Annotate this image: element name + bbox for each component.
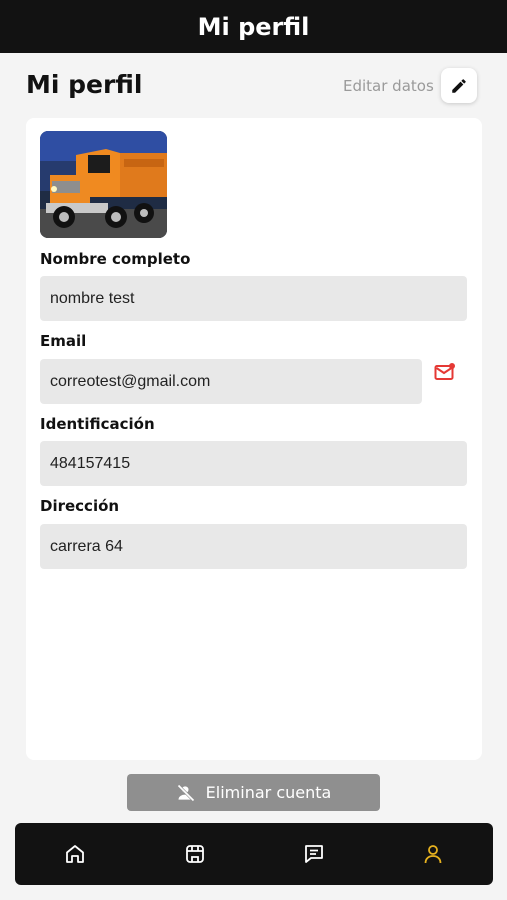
bottom-navigation: [15, 823, 493, 885]
store-icon: [186, 845, 204, 863]
app-header: Mi perfil: [0, 0, 507, 53]
nav-profile[interactable]: [419, 840, 447, 868]
mail-alert-icon[interactable]: [434, 362, 456, 382]
home-icon: [66, 845, 84, 863]
page-title: Mi perfil: [26, 70, 143, 99]
person-off-icon: [177, 783, 195, 802]
pencil-icon: [452, 78, 466, 93]
address-label: Dirección: [40, 497, 120, 515]
identification-label: Identificación: [40, 415, 155, 433]
email-field[interactable]: correotest@gmail.com: [40, 359, 422, 404]
truck-photo: [40, 131, 167, 238]
edit-button[interactable]: [441, 68, 477, 103]
nav-home[interactable]: [61, 840, 89, 868]
fullname-field[interactable]: nombre test: [40, 276, 467, 321]
profile-photo[interactable]: [40, 131, 167, 238]
nav-chat[interactable]: [300, 840, 328, 868]
chat-icon: [305, 845, 323, 863]
nav-store[interactable]: [181, 840, 209, 868]
header-title: Mi perfil: [197, 12, 310, 41]
profile-card: Nombre completo nombre test Email correo…: [26, 118, 482, 760]
edit-data-label[interactable]: Editar datos: [343, 77, 434, 95]
user-icon: [424, 845, 442, 864]
email-label: Email: [40, 332, 87, 350]
fullname-label: Nombre completo: [40, 250, 191, 268]
delete-account-label: Eliminar cuenta: [205, 783, 332, 802]
delete-account-button[interactable]: Eliminar cuenta: [127, 774, 380, 811]
identification-field[interactable]: 484157415: [40, 441, 467, 486]
address-field[interactable]: carrera 64: [40, 524, 467, 569]
